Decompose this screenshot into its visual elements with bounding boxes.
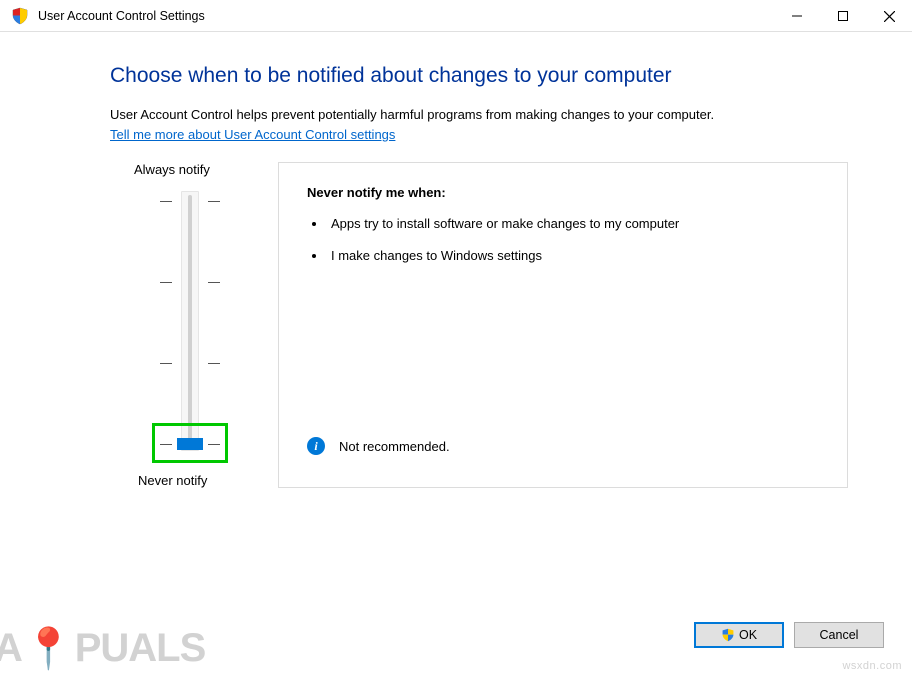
slider-thumb[interactable] <box>177 438 203 450</box>
page-heading: Choose when to be notified about changes… <box>110 64 848 88</box>
window-title: User Account Control Settings <box>38 9 774 23</box>
page-description: User Account Control helps prevent poten… <box>110 106 848 124</box>
slider-label-top: Always notify <box>134 162 210 177</box>
info-bullet: Apps try to install software or make cha… <box>327 214 819 234</box>
slider-label-bottom: Never notify <box>138 473 207 488</box>
recommendation-text: Not recommended. <box>339 439 450 454</box>
slider-tick <box>130 201 250 202</box>
info-title: Never notify me when: <box>307 185 819 200</box>
uac-shield-icon <box>10 6 30 26</box>
main-content: Choose when to be notified about changes… <box>0 32 912 488</box>
ok-button[interactable]: OK <box>694 622 784 648</box>
window-controls <box>774 0 912 31</box>
info-bullets: Apps try to install software or make cha… <box>327 214 819 277</box>
info-icon <box>307 437 325 455</box>
dialog-buttons: OK Cancel <box>694 622 884 648</box>
learn-more-link[interactable]: Tell me more about User Account Control … <box>110 127 395 142</box>
slider-tick <box>130 282 250 283</box>
cancel-button-label: Cancel <box>820 628 859 642</box>
notification-slider-column: Always notify Never notify <box>110 162 270 488</box>
notification-slider[interactable] <box>130 185 250 465</box>
titlebar: User Account Control Settings <box>0 0 912 32</box>
notification-info-box: Never notify me when: Apps try to instal… <box>278 162 848 488</box>
recommendation-row: Not recommended. <box>307 437 819 465</box>
maximize-button[interactable] <box>820 0 866 32</box>
cancel-button[interactable]: Cancel <box>794 622 884 648</box>
shield-icon <box>721 628 735 642</box>
watermark-brand: A📍PUALS <box>0 625 205 672</box>
close-button[interactable] <box>866 0 912 32</box>
info-bullet: I make changes to Windows settings <box>327 246 819 266</box>
watermark-site: wsxdn.com <box>842 660 902 672</box>
slider-tick <box>130 363 250 364</box>
minimize-button[interactable] <box>774 0 820 32</box>
ok-button-label: OK <box>739 628 757 642</box>
